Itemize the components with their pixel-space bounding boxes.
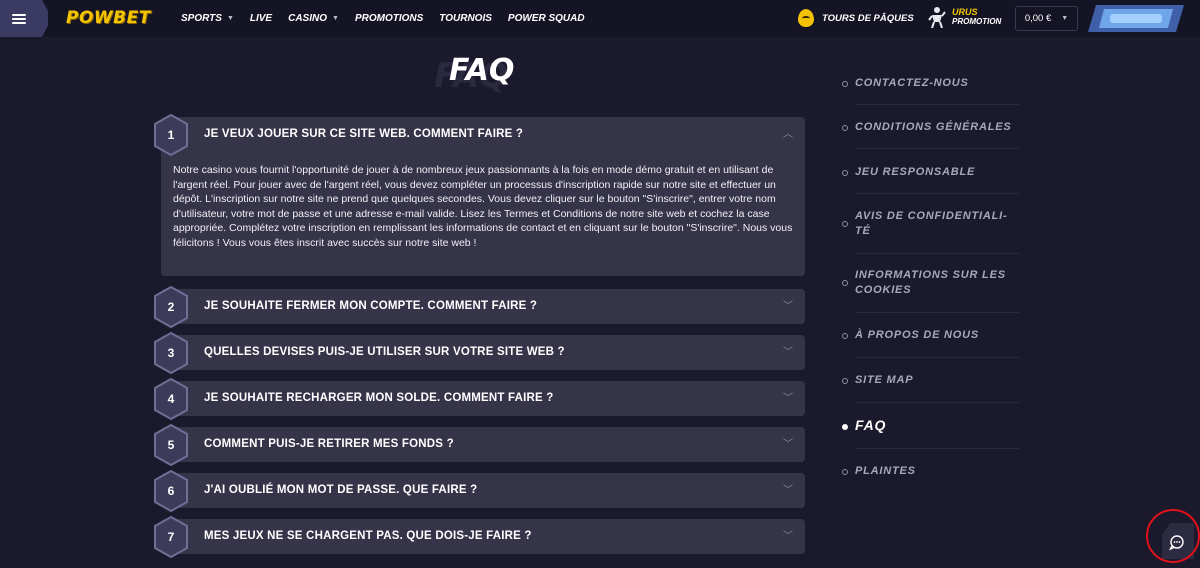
chevron-down-icon[interactable]: ﹀ <box>783 427 793 462</box>
nav-sports-label: SPORTS <box>181 13 222 24</box>
bullet-icon <box>842 170 848 176</box>
promo-urus-sub: PROMOTION <box>952 17 1002 26</box>
faq-question: JE SOUHAITE FERMER MON COMPTE. COMMENT F… <box>204 300 538 312</box>
sidebar-divider <box>855 148 1020 149</box>
promo-easter-label: TOURS DE PÂQUES <box>822 12 914 24</box>
balance-value: 0,00 € <box>1024 13 1052 24</box>
main-nav: SPORTS ▼ LIVE CASINO ▼ PROMOTIONS TOURNOIS… <box>181 0 601 37</box>
character-icon <box>928 7 946 28</box>
faq-item-5[interactable]: COMMENT PUIS-JE RETIRER MES FONDS ? ﹀ <box>161 427 805 462</box>
sidebar-item-label: PLAINTES <box>855 465 916 477</box>
chevron-down-icon[interactable]: ﹀ <box>783 473 793 508</box>
sidebar-item-label: À PROPOS DE NOUS <box>855 329 980 341</box>
top-header: POWBET SPORTS ▼ LIVE CASINO ▼ PROMOTIONS T… <box>0 0 1200 37</box>
sidebar-divider <box>855 402 1020 403</box>
faq-number: 6 <box>167 484 175 498</box>
sidebar-divider <box>855 253 1020 254</box>
nav-tournois[interactable]: TOURNOIS <box>439 13 492 24</box>
sidebar-divider <box>855 312 1020 313</box>
sidebar-item-label: SITE MAP <box>855 374 914 386</box>
account-button[interactable] <box>1088 5 1184 32</box>
promo-urus-link[interactable]: URUS PROMOTION <box>928 6 1001 28</box>
page-title-wrap: FAQ FAQ <box>420 52 560 102</box>
chevron-down-icon[interactable]: ﹀ <box>783 289 793 324</box>
sidebar-divider <box>855 357 1020 358</box>
nav-casino[interactable]: CASINO ▼ <box>288 13 339 24</box>
nav-promotions-label: PROMOTIONS <box>354 13 424 24</box>
faq-number: 3 <box>167 346 175 360</box>
nav-power-squad-label: POWER SQUAD <box>507 13 585 24</box>
faq-number-badge: 4 <box>153 378 189 420</box>
faq-question: JE VEUX JOUER SUR CE SITE WEB. COMMENT F… <box>204 128 524 140</box>
faq-answer: Notre casino vous fournit l'opportunité … <box>173 164 793 249</box>
faq-question: QUELLES DEVISES PUIS-JE UTILISER SUR VOT… <box>204 346 565 358</box>
faq-question: COMMENT PUIS-JE RETIRER MES FONDS ? <box>204 438 454 450</box>
sidebar-divider <box>855 104 1020 105</box>
faq-item-1[interactable]: JE VEUX JOUER SUR CE SITE WEB. COMMENT F… <box>161 117 805 276</box>
bullet-icon <box>842 280 848 286</box>
faq-question: MES JEUX NE SE CHARGENT PAS. QUE DOIS-JE… <box>204 530 532 542</box>
highlight-ring <box>1146 509 1200 563</box>
bullet-icon <box>842 424 848 430</box>
faq-item-4[interactable]: JE SOUHAITE RECHARGER MON SOLDE. COMMENT… <box>161 381 805 416</box>
bullet-icon <box>842 333 848 339</box>
faq-number: 4 <box>167 392 175 406</box>
faq-number-badge: 1 <box>153 114 189 156</box>
faq-item-6[interactable]: J'AI OUBLIÉ MON MOT DE PASSE. QUE FAIRE … <box>161 473 805 508</box>
egg-icon <box>798 9 814 27</box>
chevron-down-icon: ▼ <box>1061 15 1069 22</box>
faq-number-badge: 3 <box>153 332 189 374</box>
nav-live-label: LIVE <box>249 13 273 24</box>
faq-number: 5 <box>167 438 175 452</box>
nav-power-squad[interactable]: POWER SQUAD <box>508 13 585 24</box>
nav-casino-label: CASINO <box>288 13 328 24</box>
faq-number-badge: 7 <box>153 516 189 558</box>
promo-urus-title: URUS <box>952 7 978 17</box>
faq-number: 2 <box>167 300 175 314</box>
faq-question: JE SOUHAITE RECHARGER MON SOLDE. COMMENT… <box>204 392 554 404</box>
faq-item-7[interactable]: MES JEUX NE SE CHARGENT PAS. QUE DOIS-JE… <box>161 519 805 554</box>
logo[interactable]: POWBET <box>66 8 151 28</box>
faq-number-badge: 2 <box>153 286 189 328</box>
chevron-down-icon[interactable]: ﹀ <box>783 335 793 370</box>
sidebar-item-label: JEU RESPONSABLE <box>855 166 976 178</box>
faq-number-badge: 5 <box>153 424 189 466</box>
faq-number: 1 <box>167 128 175 142</box>
nav-sports[interactable]: SPORTS ▼ <box>181 13 234 24</box>
sidebar-item-label: CONTACTEZ-NOUS <box>855 77 969 89</box>
sidebar-item-label: FAQ <box>855 417 887 433</box>
chevron-down-icon: ▼ <box>226 15 234 22</box>
account-name-redacted <box>1110 14 1162 23</box>
faq-number-badge: 6 <box>153 470 189 512</box>
faq-number: 7 <box>167 530 175 544</box>
faq-item-3[interactable]: QUELLES DEVISES PUIS-JE UTILISER SUR VOT… <box>161 335 805 370</box>
sidebar-item-label: CONDITIONS GÉNÉRALES <box>855 121 1012 133</box>
nav-live[interactable]: LIVE <box>250 13 272 24</box>
page-title: FAQ <box>449 53 515 88</box>
hamburger-icon <box>12 13 26 24</box>
faq-item-2[interactable]: JE SOUHAITE FERMER MON COMPTE. COMMENT F… <box>161 289 805 324</box>
sidebar-item-label: AVIS DE CONFIDENTIALI-TÉ <box>855 210 1008 237</box>
chevron-down-icon: ▼ <box>332 15 339 22</box>
sidebar-divider <box>855 193 1020 194</box>
menu-button[interactable] <box>0 0 48 37</box>
nav-tournois-label: TOURNOIS <box>439 13 492 24</box>
promo-easter-link[interactable]: TOURS DE PÂQUES <box>798 9 914 27</box>
nav-promotions[interactable]: PROMOTIONS <box>355 13 423 24</box>
balance-dropdown[interactable]: 0,00 € ▼ <box>1015 6 1078 31</box>
sidebar-item-label: INFORMATIONS SUR LES COOKIES <box>855 269 1006 296</box>
chevron-down-icon[interactable]: ﹀ <box>783 381 793 416</box>
faq-question: J'AI OUBLIÉ MON MOT DE PASSE. QUE FAIRE … <box>204 484 478 496</box>
sidebar-divider <box>855 448 1020 449</box>
bullet-icon <box>842 469 848 475</box>
bullet-icon <box>842 81 848 87</box>
chevron-down-icon[interactable]: ﹀ <box>783 519 793 554</box>
bullet-icon <box>842 378 848 384</box>
bullet-icon <box>842 221 848 227</box>
bullet-icon <box>842 125 848 131</box>
chevron-up-icon[interactable]: ︿ <box>783 117 793 152</box>
